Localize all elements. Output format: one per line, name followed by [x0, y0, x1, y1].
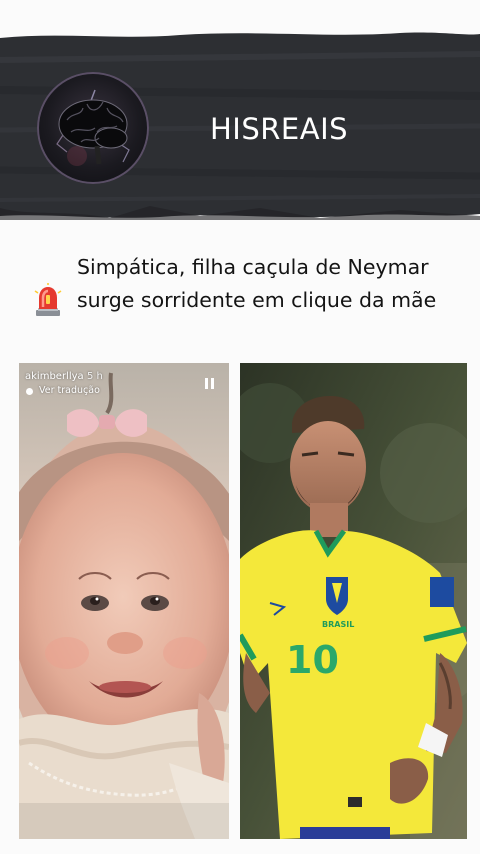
pause-icon[interactable]	[205, 378, 214, 389]
jersey-number: 10	[286, 638, 339, 682]
story-time: 5 h	[87, 371, 103, 382]
player-image: BRASIL 10	[240, 363, 467, 839]
brain-icon	[56, 89, 130, 166]
translate-link[interactable]: Ver tradução	[39, 385, 100, 396]
post-headline: Simpática, filha caçula de Neymar surge …	[77, 255, 437, 312]
baby-photo	[19, 363, 229, 839]
crest-text: BRASIL	[322, 620, 354, 629]
player-photo[interactable]: BRASIL 10	[240, 363, 467, 839]
siren-icon	[34, 283, 62, 316]
channel-avatar[interactable]	[37, 72, 149, 184]
story-photo[interactable]: akimberllya 5 h Ver tradução	[19, 363, 229, 839]
story-username[interactable]: akimberllya	[25, 371, 84, 382]
globe-icon	[26, 388, 33, 395]
channel-name: HISREAIS	[210, 112, 349, 146]
